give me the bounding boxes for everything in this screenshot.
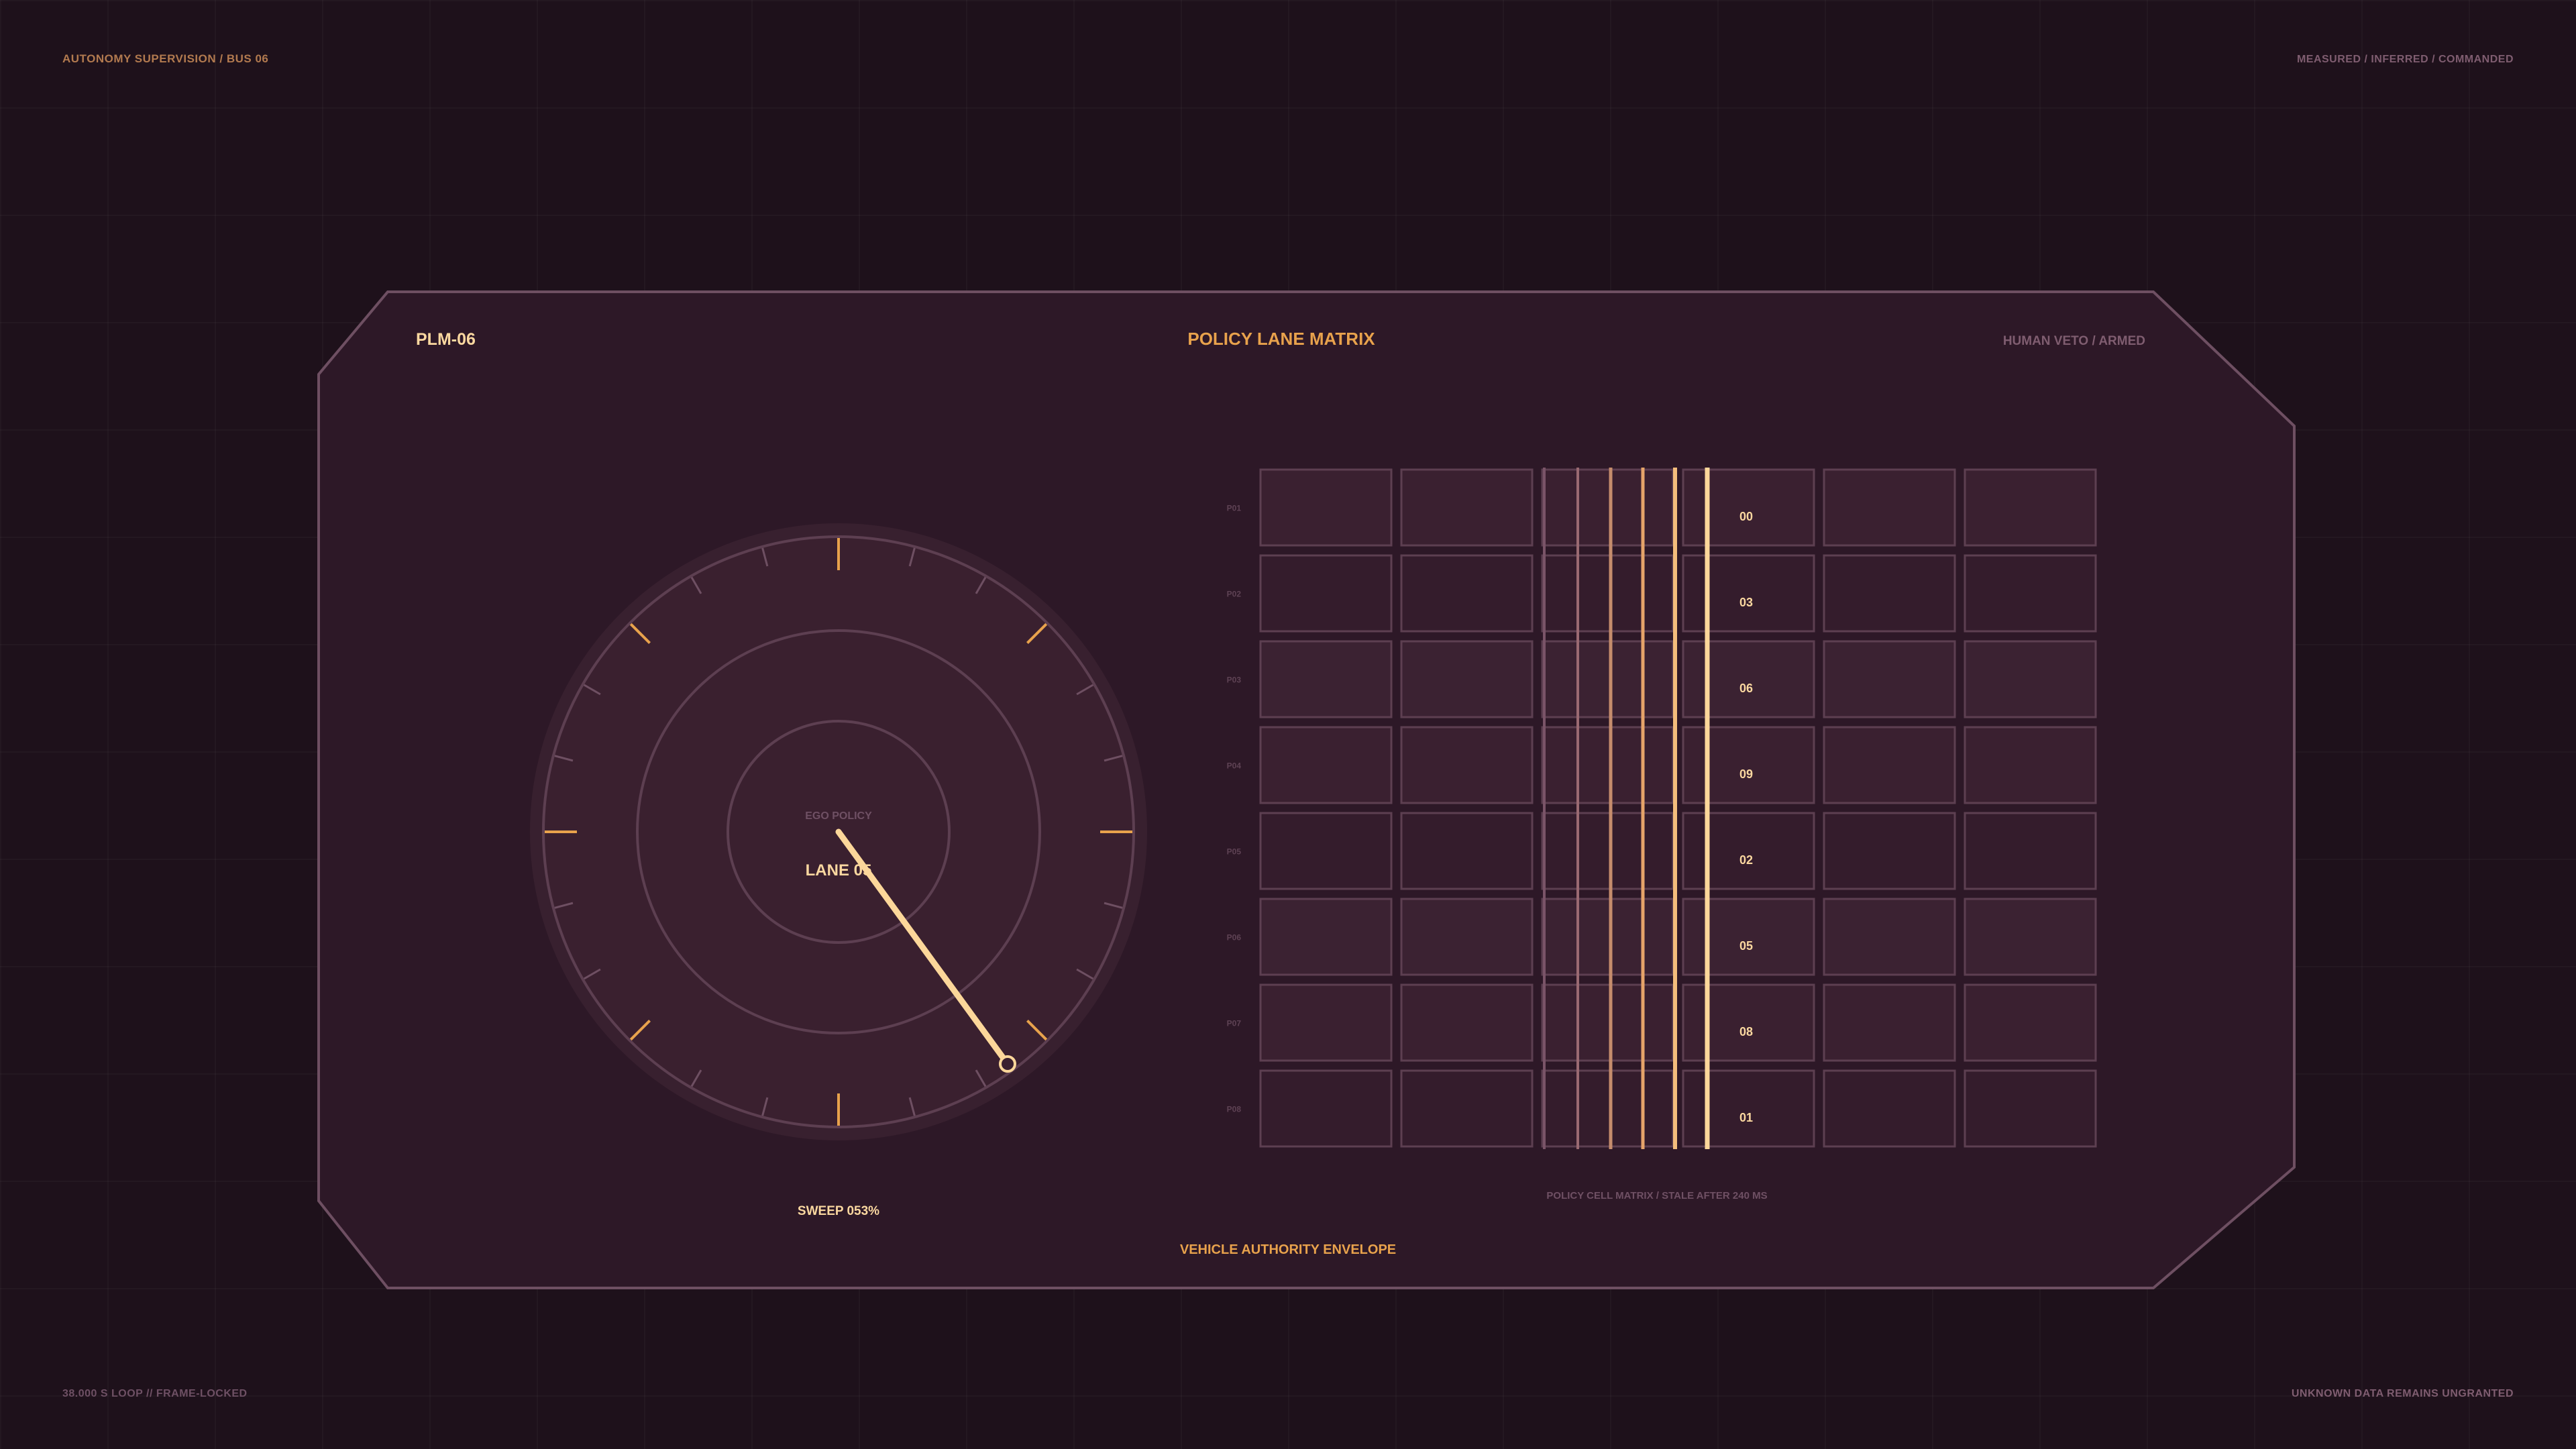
matrix-cell <box>1964 640 2097 718</box>
matrix-cell <box>1682 1069 1815 1148</box>
matrix-cell <box>1823 1069 1956 1148</box>
matrix-row-label: P05 <box>1227 847 1242 857</box>
matrix-row-label: P08 <box>1227 1105 1242 1114</box>
matrix-cell <box>1400 640 1534 718</box>
matrix-cell <box>1400 812 1534 890</box>
matrix-cell <box>1964 812 2097 890</box>
matrix-cell <box>1541 1069 1674 1148</box>
matrix-cell <box>1259 812 1393 890</box>
matrix-row-label: P03 <box>1227 676 1242 685</box>
matrix-cell-value: 05 <box>1739 939 1753 953</box>
matrix-cell <box>1541 726 1674 804</box>
matrix-cell <box>1964 554 2097 633</box>
matrix-cell <box>1259 983 1393 1062</box>
panel-title: POLICY LANE MATRIX <box>1187 329 1375 349</box>
matrix-cell <box>1259 1069 1393 1148</box>
matrix-cell <box>1823 726 1956 804</box>
matrix-cell <box>1400 468 1534 547</box>
matrix-cell <box>1682 898 1815 976</box>
matrix-cell <box>1682 812 1815 890</box>
matrix-cell <box>1682 726 1815 804</box>
hud-panel-svg: PLM-06 POLICY LANE MATRIX HUMAN VETO / A… <box>317 290 2296 1289</box>
matrix-cell <box>1259 898 1393 976</box>
matrix-cell <box>1823 898 1956 976</box>
matrix-row-label: P02 <box>1227 590 1242 599</box>
sweep-readout: SWEEP 053% <box>798 1204 879 1218</box>
matrix-cell-value: 03 <box>1739 596 1753 609</box>
matrix-cell <box>1541 983 1674 1062</box>
matrix-cell <box>1964 898 2097 976</box>
matrix-cell <box>1682 554 1815 633</box>
matrix-cell <box>1400 1069 1534 1148</box>
matrix-cell-value: 00 <box>1739 510 1753 523</box>
matrix-cell <box>1823 640 1956 718</box>
matrix-cell-value: 06 <box>1739 682 1753 695</box>
matrix-cell <box>1682 468 1815 547</box>
matrix-cell <box>1541 554 1674 633</box>
matrix-cell <box>1823 812 1956 890</box>
matrix-row-label: P07 <box>1227 1019 1242 1028</box>
matrix-cell <box>1259 468 1393 547</box>
matrix-cell <box>1682 983 1815 1062</box>
hud-stage: AUTONOMY SUPERVISION / BUS 06 MEASURED /… <box>0 0 2576 1449</box>
matrix-cell <box>1400 983 1534 1062</box>
dial-label: EGO POLICY <box>805 810 872 822</box>
matrix-cell <box>1541 812 1674 890</box>
matrix-cell <box>1259 640 1393 718</box>
matrix-cell-value: 08 <box>1739 1025 1753 1038</box>
matrix-cell-value: 01 <box>1739 1111 1753 1124</box>
matrix-cell-value: 09 <box>1739 767 1753 781</box>
matrix-cell <box>1964 983 2097 1062</box>
ego-policy-dial: EGO POLICY LANE 05 <box>530 523 1147 1140</box>
matrix-cell <box>1823 983 1956 1062</box>
matrix-cell <box>1259 726 1393 804</box>
matrix-cell <box>1823 468 1956 547</box>
matrix-cell <box>1964 1069 2097 1148</box>
matrix-row-label: P06 <box>1227 933 1242 943</box>
matrix-caption: POLICY CELL MATRIX / STALE AFTER 240 MS <box>1546 1190 1767 1201</box>
matrix-cell <box>1541 468 1674 547</box>
matrix-cell <box>1541 898 1674 976</box>
matrix-cell <box>1964 468 2097 547</box>
matrix-cell <box>1259 554 1393 633</box>
human-veto-status: HUMAN VETO / ARMED <box>2003 334 2145 348</box>
matrix-cell <box>1682 640 1815 718</box>
matrix-cell <box>1400 898 1534 976</box>
matrix-cell-value: 02 <box>1739 853 1753 867</box>
matrix-cell <box>1400 726 1534 804</box>
panel-id-label: PLM-06 <box>416 330 476 349</box>
matrix-row-label: P01 <box>1227 504 1242 513</box>
matrix-cell <box>1823 554 1956 633</box>
matrix-cell <box>1964 726 2097 804</box>
matrix-row-label: P04 <box>1227 761 1242 771</box>
matrix-cell <box>1400 554 1534 633</box>
dial-needle-tip <box>999 1055 1016 1073</box>
panel-footer-title: VEHICLE AUTHORITY ENVELOPE <box>1180 1242 1396 1257</box>
matrix-cell <box>1541 640 1674 718</box>
